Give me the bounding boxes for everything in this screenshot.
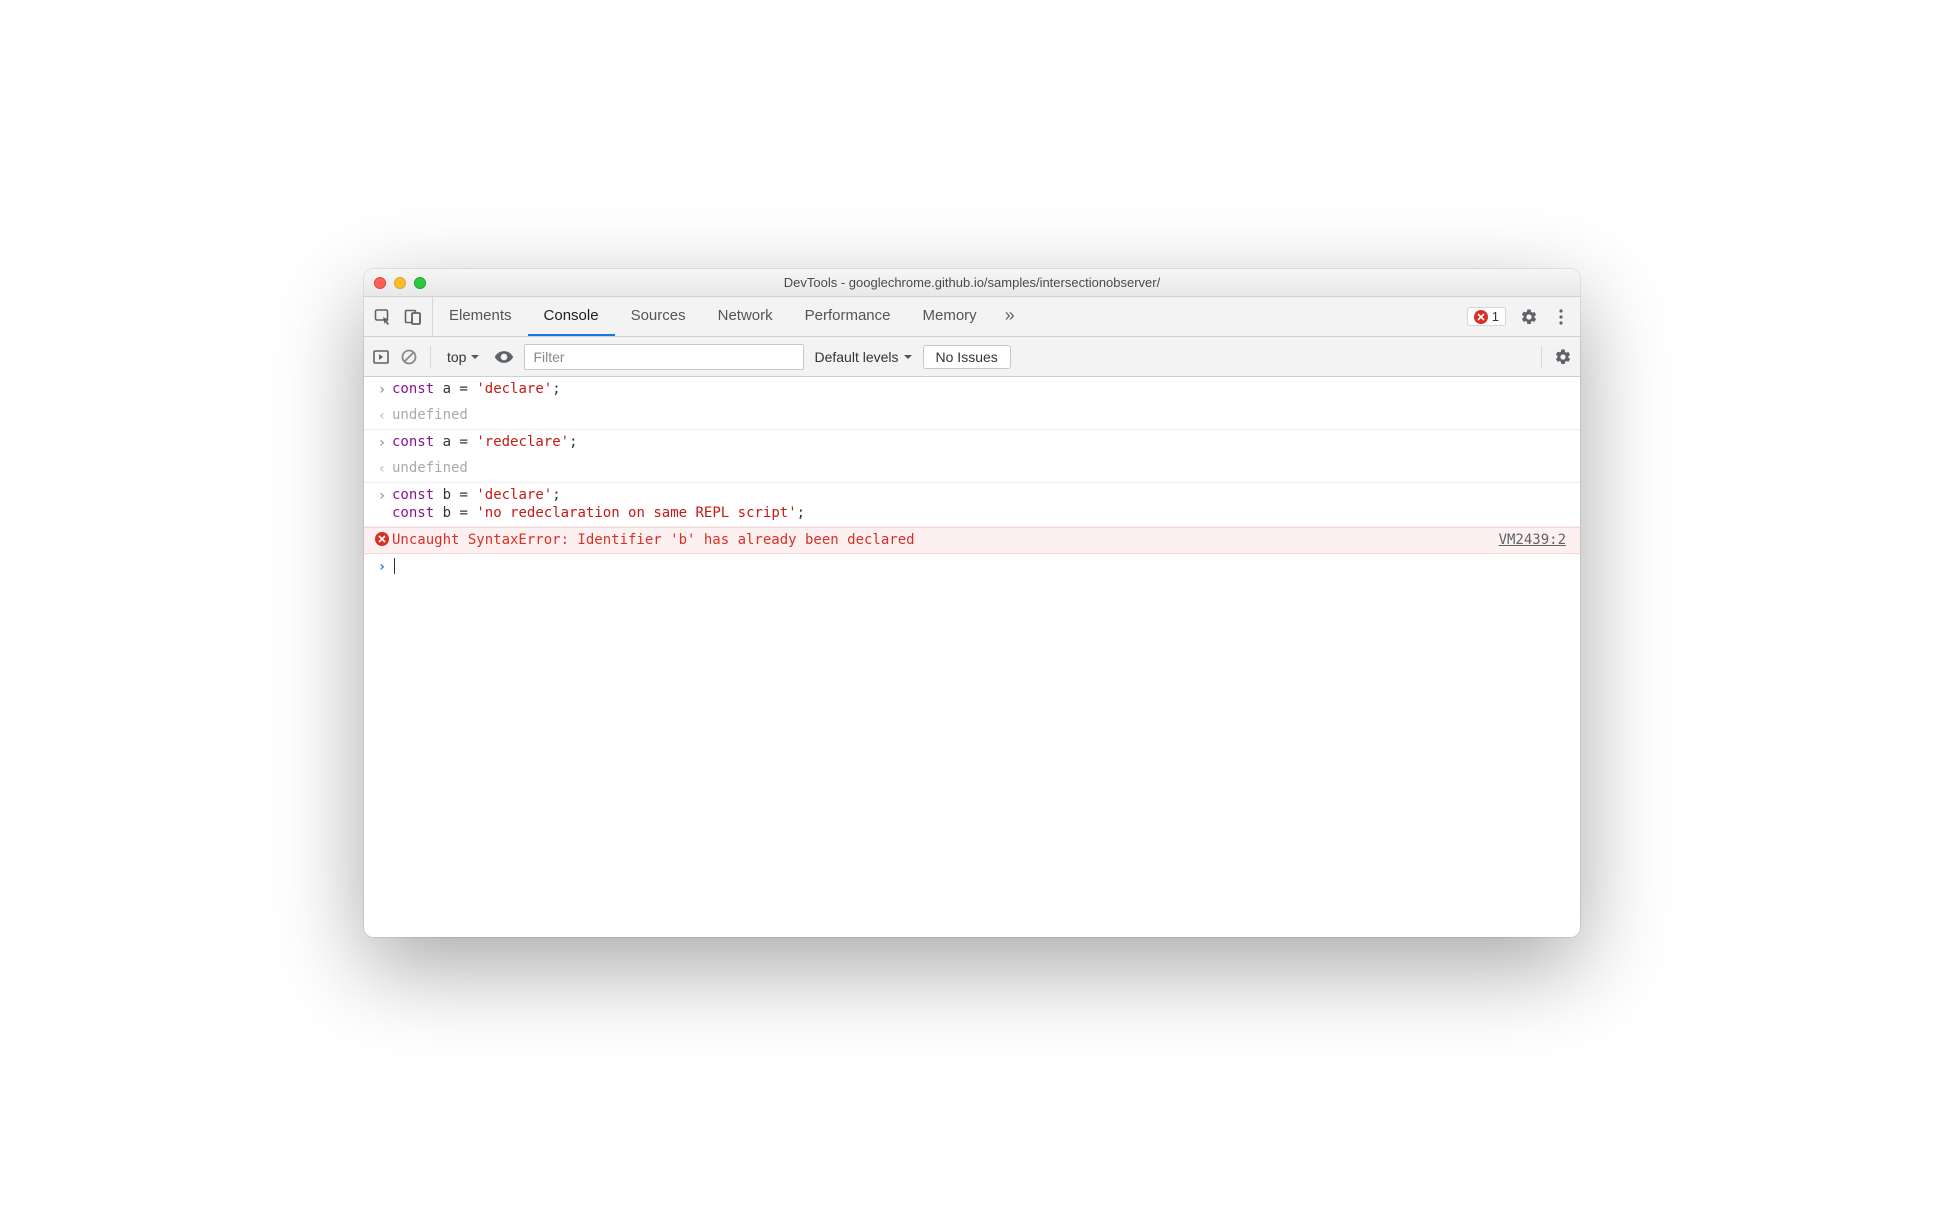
console-error-message: Uncaught SyntaxError: Identifier 'b' has… (392, 531, 1499, 550)
device-toggle-icon[interactable] (404, 308, 422, 326)
console-input-text: const b = 'declare'; const b = 'no redec… (392, 486, 1572, 524)
error-icon (1474, 310, 1488, 324)
filter-input[interactable] (524, 344, 804, 370)
console-output[interactable]: › const a = 'declare'; ‹ undefined › const a … (364, 377, 1580, 937)
text-cursor (394, 558, 395, 574)
error-count: 1 (1492, 309, 1499, 324)
tab-performance[interactable]: Performance (789, 297, 907, 336)
clear-console-icon[interactable] (400, 348, 418, 366)
error-source-link[interactable]: VM2439:2 (1499, 531, 1572, 550)
tab-console[interactable]: Console (528, 297, 615, 336)
console-input-text: const a = 'redeclare'; (392, 433, 1572, 453)
separator (430, 346, 431, 368)
kebab-menu-icon[interactable] (1552, 308, 1570, 326)
tab-memory[interactable]: Memory (907, 297, 993, 336)
devtools-window: DevTools - googlechrome.github.io/sample… (364, 269, 1580, 937)
chevron-down-icon (470, 352, 480, 362)
window-controls (364, 277, 426, 289)
context-selector[interactable]: top (443, 347, 484, 367)
issues-button[interactable]: No Issues (923, 345, 1011, 369)
console-settings-gear-icon[interactable] (1554, 348, 1572, 366)
tabbar-right: 1 (1467, 297, 1580, 336)
log-levels-selector[interactable]: Default levels (814, 349, 912, 365)
input-chevron-icon: › (378, 487, 386, 524)
console-prompt-input[interactable] (392, 557, 1572, 577)
console-input-row: › const a = 'declare'; (364, 377, 1580, 403)
output-chevron-icon: ‹ (378, 460, 386, 479)
toggle-sidebar-icon[interactable] (372, 348, 390, 366)
settings-gear-icon[interactable] (1520, 308, 1538, 326)
console-output-text: undefined (392, 459, 1572, 479)
error-icon (375, 532, 389, 546)
console-input-text: const a = 'declare'; (392, 380, 1572, 400)
inspect-controls (364, 297, 433, 336)
context-label: top (447, 349, 466, 365)
console-input-row: ›const b = 'declare'; const b = 'no rede… (364, 483, 1580, 528)
chevron-down-icon (903, 352, 913, 362)
console-output-row: ‹ undefined (364, 403, 1580, 430)
prompt-chevron-icon: › (378, 558, 386, 577)
minimize-window-button[interactable] (394, 277, 406, 289)
separator (1541, 346, 1542, 368)
console-toolbar: top Default levels No Issues (364, 337, 1580, 377)
main-tabbar: ElementsConsoleSourcesNetworkPerformance… (364, 297, 1580, 337)
tab-elements[interactable]: Elements (433, 297, 528, 336)
live-expression-eye-icon[interactable] (494, 347, 514, 367)
overflow-tabs-button[interactable]: » (993, 297, 1027, 336)
input-chevron-icon: › (378, 381, 386, 400)
log-levels-label: Default levels (814, 349, 898, 365)
zoom-window-button[interactable] (414, 277, 426, 289)
error-count-badge[interactable]: 1 (1467, 307, 1506, 326)
tab-sources[interactable]: Sources (615, 297, 702, 336)
inspect-element-icon[interactable] (374, 308, 392, 326)
input-chevron-icon: › (378, 434, 386, 453)
tabs: ElementsConsoleSourcesNetworkPerformance… (433, 297, 993, 336)
console-output-row: ‹ undefined (364, 456, 1580, 483)
output-chevron-icon: ‹ (378, 407, 386, 426)
console-prompt-row[interactable]: › (364, 554, 1580, 580)
console-output-text: undefined (392, 406, 1572, 426)
titlebar: DevTools - googlechrome.github.io/sample… (364, 269, 1580, 297)
close-window-button[interactable] (374, 277, 386, 289)
window-title: DevTools - googlechrome.github.io/sample… (364, 275, 1580, 290)
console-input-row: › const a = 'redeclare'; (364, 430, 1580, 456)
console-error-row: Uncaught SyntaxError: Identifier 'b' has… (364, 527, 1580, 554)
tab-network[interactable]: Network (702, 297, 789, 336)
